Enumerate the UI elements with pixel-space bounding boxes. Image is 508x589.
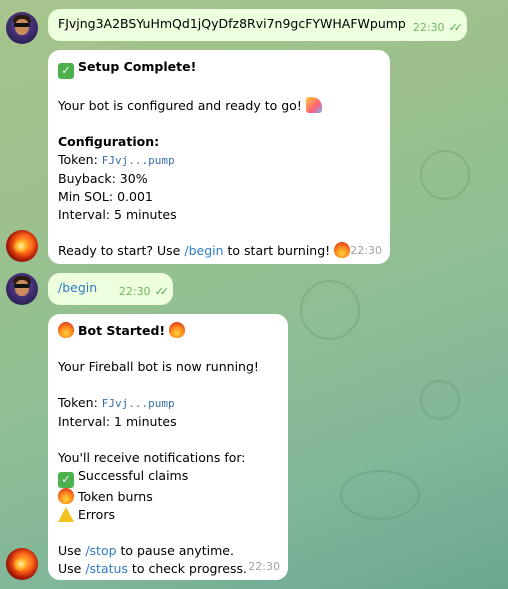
message-text: FJvjng3A2BSYuHmQd1jQyDfz8Rvi7n9gcFYWHAFW… <box>58 16 406 31</box>
user-avatar[interactable] <box>6 273 38 305</box>
ready-text: Ready to start? Use <box>58 243 185 258</box>
interval-setting: Interval: 5 minutes <box>58 207 177 222</box>
double-check-icon: ✓✓ <box>154 285 170 298</box>
notify-errors: Errors <box>77 507 115 522</box>
warning-icon <box>58 507 74 522</box>
begin-command-link[interactable]: /begin <box>58 280 97 295</box>
message-time: 22:30 <box>412 21 445 34</box>
bot-avatar[interactable] <box>6 548 38 580</box>
fire-icon <box>169 322 186 338</box>
message-time: 22:30 <box>248 560 280 573</box>
fire-icon <box>334 242 351 258</box>
check-mark-icon: ✓ <box>58 472 74 488</box>
status-command-link[interactable]: /status <box>85 561 128 576</box>
message-meta: 22:30 <box>248 558 280 576</box>
user-avatar[interactable] <box>6 12 38 44</box>
interval-setting: Interval: 1 minutes <box>58 414 177 429</box>
outgoing-message-begin[interactable]: /begin 22:30 ✓✓ <box>48 273 173 305</box>
message-meta: 22:30 ✓✓ <box>412 19 464 37</box>
begin-command-link[interactable]: /begin <box>184 243 223 258</box>
buyback-setting: Buyback: 30% <box>58 171 148 186</box>
incoming-message-bot-started[interactable]: Bot Started! Your Fireball bot is now ru… <box>48 314 288 580</box>
token-value[interactable]: FJvj...pump <box>102 154 175 167</box>
background-doodle <box>420 380 460 420</box>
config-heading: Configuration: <box>58 134 160 149</box>
token-label: Token: <box>58 395 98 410</box>
message-time: 22:30 <box>350 244 382 257</box>
double-check-icon: ✓✓ <box>448 21 464 34</box>
min-sol-setting: Min SOL: 0.001 <box>58 189 153 204</box>
outgoing-message-token[interactable]: FJvjng3A2BSYuHmQd1jQyDfz8Rvi7n9gcFYWHAFW… <box>48 9 467 41</box>
check-mark-icon: ✓ <box>58 63 74 79</box>
message-meta: 22:30 <box>350 242 382 260</box>
background-doodle <box>420 150 470 200</box>
token-label: Token: <box>58 152 98 167</box>
status-suffix: to check progress. <box>127 561 247 576</box>
stop-suffix: to pause anytime. <box>116 543 234 558</box>
setup-intro-text: Your bot is configured and ready to go! <box>58 98 302 113</box>
ready-suffix-text: to start burning! <box>223 243 331 258</box>
notify-burns: Token burns <box>77 489 153 504</box>
message-time: 22:30 <box>118 285 151 298</box>
message-meta: 22:30 ✓✓ <box>118 283 170 301</box>
party-popper-icon <box>305 97 322 113</box>
token-value[interactable]: FJvj...pump <box>102 397 175 410</box>
notify-claims: Successful claims <box>77 468 189 483</box>
fire-icon <box>58 322 74 338</box>
notify-heading: You'll receive notifications for: <box>58 450 246 465</box>
bot-avatar[interactable] <box>6 230 38 262</box>
stop-prefix: Use <box>58 543 86 558</box>
message-title: Bot Started! <box>77 323 166 338</box>
message-title: Setup Complete! <box>77 59 197 74</box>
running-text: Your Fireball bot is now running! <box>58 359 259 374</box>
status-prefix: Use <box>58 561 86 576</box>
background-doodle <box>300 280 360 340</box>
fire-icon <box>58 488 74 504</box>
stop-command-link[interactable]: /stop <box>85 543 116 558</box>
background-doodle <box>340 470 420 520</box>
incoming-message-setup[interactable]: ✓ Setup Complete! Your bot is configured… <box>48 50 390 264</box>
